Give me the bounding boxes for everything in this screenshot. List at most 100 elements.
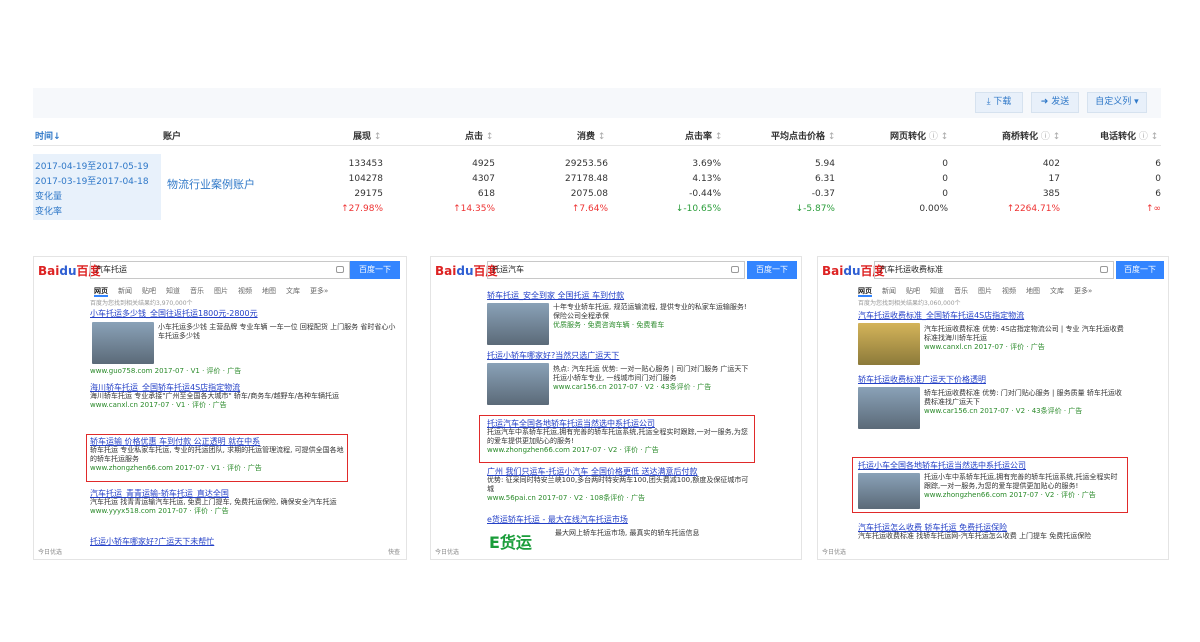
table-cell: 5.94 xyxy=(814,159,835,169)
search-button[interactable]: 百度一下 xyxy=(747,261,797,279)
send-label: 发送 xyxy=(1051,97,1070,107)
result-title[interactable]: e货运轿车托运 - 最大在线汽车托运市场 xyxy=(487,515,628,524)
table-cell: 0 xyxy=(942,159,948,169)
header-cpc[interactable]: 平均点击价格 ↕ xyxy=(771,129,835,142)
table-cell: ↑27.98% xyxy=(341,204,383,214)
result-title[interactable]: 汽车托运怎么收费 轿车托运 免费托运保险 xyxy=(858,523,1128,532)
tab-item[interactable]: 图片 xyxy=(214,287,228,295)
table-cell: 3.69% xyxy=(692,159,721,169)
table-cell: ↑7.64% xyxy=(571,204,608,214)
result-title[interactable]: 海川轿车托运_全国轿车托运4S店指定物流 xyxy=(90,383,390,392)
tab-item[interactable]: 网页 xyxy=(94,287,108,297)
header-cost[interactable]: 消费 ↕ xyxy=(577,129,605,142)
header-biz-conv[interactable]: 商桥转化 ⓘ ↕ xyxy=(1002,129,1060,142)
result-title[interactable]: 轿车托运_安全到家 全国托运 车到付款 xyxy=(487,291,624,300)
tab-item[interactable]: 新闻 xyxy=(118,287,132,295)
search-input[interactable]: 汽车托运收费标准 xyxy=(874,261,1114,279)
camera-icon[interactable] xyxy=(1100,266,1108,273)
sort-down-icon: ↓ xyxy=(53,132,61,142)
send-button[interactable]: ➜ 发送 xyxy=(1031,92,1079,113)
header-clicks[interactable]: 点击 ↕ xyxy=(465,129,493,142)
result-title[interactable]: 托运小轿车哪家好?广运天下未帮忙 xyxy=(90,537,214,546)
table-cell: 4307 xyxy=(472,174,495,184)
tab-item[interactable]: 知道 xyxy=(930,287,944,295)
header-impressions[interactable]: 展现 ↕ xyxy=(353,129,381,142)
tab-item[interactable]: 贴吧 xyxy=(906,287,920,295)
result-3: 托运小车全国各地轿车托运当然选中系托运公司 xyxy=(858,461,1026,470)
table-cell: 4.13% xyxy=(692,174,721,184)
tab-item[interactable]: 贴吧 xyxy=(142,287,156,295)
table-cell: 4925 xyxy=(472,159,495,169)
header-web-label: 网页转化 xyxy=(890,132,927,142)
header-phone-conv[interactable]: 电话转化 ⓘ ↕ xyxy=(1100,129,1158,142)
header-biz-label: 商桥转化 xyxy=(1002,132,1039,142)
table-cell: 402 xyxy=(1042,159,1060,169)
result-title[interactable]: 托运汽车全国各地轿车托运当然选中系托运公司 xyxy=(487,419,752,428)
caret-down-icon: ▾ xyxy=(1131,97,1139,107)
result-title[interactable]: 轿车运输 价格优惠 车到付款 公正透明 就在中系 xyxy=(90,437,345,446)
tab-item[interactable]: 文库 xyxy=(286,287,300,295)
header-web-conv[interactable]: 网页转化 ⓘ ↕ xyxy=(890,129,948,142)
result-desc: 托运小车中系轿车托运,拥有完善的轿车托运系统,托运全程实时跟踪,一对一服务,为您… xyxy=(924,473,1118,499)
account-name[interactable]: 物流行业案例账户 xyxy=(167,176,255,192)
header-phone-label: 电话转化 xyxy=(1100,132,1137,142)
result-5: 托运小轿车哪家好?广运天下未帮忙 xyxy=(90,537,214,546)
download-button[interactable]: ⤓ 下载 xyxy=(975,92,1023,113)
table-cell: -0.37 xyxy=(811,189,835,199)
tab-item[interactable]: 网页 xyxy=(858,287,872,297)
table-cell: 0 xyxy=(942,174,948,184)
tab-item[interactable]: 地图 xyxy=(1026,287,1040,295)
result-image xyxy=(92,322,154,364)
table-cell: ↑14.35% xyxy=(453,204,495,214)
search-panel-1: Baidu百度 汽车托运 百度一下 网页 新闻 贴吧 知道 音乐 图片 视频 地图 文库 更多» … xyxy=(33,256,407,560)
tab-item[interactable]: 新闻 xyxy=(882,287,896,295)
header-ctr[interactable]: 点击率 ↕ xyxy=(685,129,722,142)
result-title[interactable]: 小车托运多少钱_全国往返托运1800元-2800元 xyxy=(90,309,258,318)
result-title[interactable]: 轿车托运收费标准广运天下价格透明 xyxy=(858,375,986,384)
result-image xyxy=(487,303,549,345)
tab-item[interactable]: 图片 xyxy=(978,287,992,295)
tab-item[interactable]: 音乐 xyxy=(190,287,204,295)
table-cell: 0 xyxy=(942,189,948,199)
table-cell: 133453 xyxy=(348,159,383,169)
header-time[interactable]: 时间↓ xyxy=(35,129,61,142)
table-cell: ↓-10.65% xyxy=(675,204,721,214)
result-desc: 汽车托运收费标准 优势: 4S店指定物流公司 | 专业 汽车托运收费标准找海川轿… xyxy=(924,325,1124,351)
result-desc: 最大网上轿车托运市场, 最真实的轿车托运信息 xyxy=(555,529,700,537)
table-cell: 0 xyxy=(1155,174,1161,184)
search-input[interactable]: 汽车托运 xyxy=(90,261,350,279)
result-image xyxy=(487,363,549,405)
table-cell: 29175 xyxy=(354,189,383,199)
search-input[interactable]: 托运汽车 xyxy=(487,261,745,279)
footer-label: 今日优选 xyxy=(435,549,460,556)
result-title[interactable]: 广州 我们只运车-托运小汽车 全国价格更低 送达满意后付款 xyxy=(487,467,752,476)
result-title[interactable]: 托运小车全国各地轿车托运当然选中系托运公司 xyxy=(858,461,1026,470)
tab-item[interactable]: 视频 xyxy=(238,287,252,295)
search-tabs: 网页 新闻 贴吧 知道 音乐 图片 视频 地图 文库 更多» xyxy=(858,286,1102,297)
camera-icon[interactable] xyxy=(731,266,739,273)
tab-item[interactable]: 地图 xyxy=(262,287,276,295)
tab-item[interactable]: 更多» xyxy=(1074,287,1092,295)
tab-item[interactable]: 更多» xyxy=(310,287,328,295)
tab-item[interactable]: 文库 xyxy=(1050,287,1064,295)
header-time-label: 时间 xyxy=(35,132,54,142)
table-cell: 27178.48 xyxy=(565,174,608,184)
header-cpc-label: 平均点击价格 xyxy=(771,132,826,142)
result-title[interactable]: 托运小轿车哪家好?当然只选广运天下 xyxy=(487,351,619,360)
result-2: 托运小轿车哪家好?当然只选广运天下 xyxy=(487,351,619,360)
result-4: 广州 我们只运车-托运小汽车 全国价格更低 送达满意后付款 优势: 征采同时特安… xyxy=(487,467,752,503)
result-title[interactable]: 汽车托运收费标准_全国轿车托运4S店指定物流 xyxy=(858,311,1024,320)
result-2: 轿车托运收费标准广运天下价格透明 xyxy=(858,375,986,384)
search-button[interactable]: 百度一下 xyxy=(350,261,400,279)
tab-item[interactable]: 知道 xyxy=(166,287,180,295)
tab-item[interactable]: 视频 xyxy=(1002,287,1016,295)
camera-icon[interactable] xyxy=(336,266,344,273)
result-title[interactable]: 汽车托运_青青运输-轿车托运_直达全国 xyxy=(90,489,390,498)
header-cost-label: 消费 xyxy=(577,132,596,142)
result-3: 轿车运输 价格优惠 车到付款 公正透明 就在中系 轿车托运 专业私家车托运, 专… xyxy=(90,437,345,472)
custom-columns-label: 自定义列 xyxy=(1095,97,1132,107)
tab-item[interactable]: 音乐 xyxy=(954,287,968,295)
search-button[interactable]: 百度一下 xyxy=(1116,261,1164,279)
custom-columns-button[interactable]: 自定义列 ▾ xyxy=(1087,92,1147,113)
report-table-panel: ⤓ 下载 ➜ 发送 自定义列 ▾ 时间↓ 账户 展现 ↕ 点击 ↕ 消费 ↕ 点… xyxy=(33,88,1161,222)
